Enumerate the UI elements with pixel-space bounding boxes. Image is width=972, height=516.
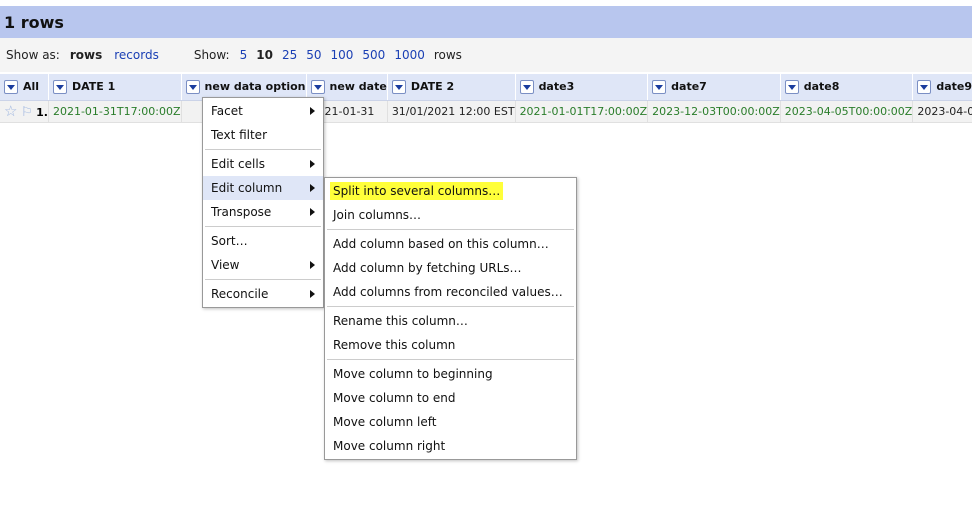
menu-item-sort[interactable]: Sort…: [203, 229, 323, 253]
menu-separator: [327, 229, 574, 230]
submenu-arrow-icon: [310, 290, 315, 298]
menu-item-add-columns-reconciled[interactable]: Add columns from reconciled values…: [325, 280, 576, 304]
header-row: All DATE 1 new data option new date DATE…: [0, 74, 972, 101]
star-icon[interactable]: ☆: [4, 102, 17, 120]
page-size-50[interactable]: 50: [306, 48, 321, 62]
menu-item-move-end[interactable]: Move column to end: [325, 386, 576, 410]
page-size-5[interactable]: 5: [240, 48, 248, 62]
cell[interactable]: 2023-04-05: [912, 100, 972, 123]
column-header-date2[interactable]: DATE 2: [387, 74, 516, 101]
submenu-arrow-icon: [310, 107, 315, 115]
menu-item-move-beginning[interactable]: Move column to beginning: [325, 362, 576, 386]
submenu-arrow-icon: [310, 184, 315, 192]
submenu-arrow-icon: [310, 208, 315, 216]
menu-item-move-right[interactable]: Move column right: [325, 434, 576, 458]
submenu-arrow-icon: [310, 261, 315, 269]
menu-separator: [327, 306, 574, 307]
menu-item-edit-column[interactable]: Edit column: [203, 176, 323, 200]
project-header: 1 rows: [0, 6, 972, 38]
edit-column-submenu: Split into several columns… Join columns…: [324, 177, 577, 460]
rows-suffix: rows: [433, 48, 462, 62]
column-header-date9[interactable]: date9: [912, 74, 972, 101]
menu-item-reconcile[interactable]: Reconcile: [203, 282, 323, 306]
menu-separator: [205, 149, 321, 150]
menu-item-move-left[interactable]: Move column left: [325, 410, 576, 434]
column-header-date7[interactable]: date7: [647, 74, 781, 101]
cell[interactable]: 2021-01-01T17:00:00Z: [515, 100, 649, 123]
menu-separator: [205, 279, 321, 280]
page-size-500[interactable]: 500: [362, 48, 385, 62]
page-size-1000[interactable]: 1000: [394, 48, 425, 62]
menu-item-remove-column[interactable]: Remove this column: [325, 333, 576, 357]
menu-item-transpose[interactable]: Transpose: [203, 200, 323, 224]
menu-separator: [205, 226, 321, 227]
dropdown-arrow-icon[interactable]: [391, 79, 406, 94]
menu-item-add-column-based[interactable]: Add column based on this column…: [325, 232, 576, 256]
dropdown-arrow-icon[interactable]: [519, 79, 534, 94]
table-row: ☆ ⚐ 1. 2021-01-31T17:00:00Z 2021-01-31 3…: [0, 100, 972, 123]
column-header-date8[interactable]: date8: [780, 74, 914, 101]
column-menu: Facet Text filter Edit cells Edit column…: [202, 97, 324, 308]
menu-item-split-columns[interactable]: Split into several columns…: [325, 179, 576, 203]
menu-item-text-filter[interactable]: Text filter: [203, 123, 323, 147]
dropdown-arrow-icon[interactable]: [917, 79, 932, 94]
page-size-25[interactable]: 25: [282, 48, 297, 62]
show-as-label: Show as:: [6, 48, 60, 62]
menu-item-facet[interactable]: Facet: [203, 99, 323, 123]
view-bar: Show as: rows records Show: 5 10 25 50 1…: [0, 38, 972, 72]
dropdown-arrow-icon[interactable]: [652, 79, 667, 94]
menu-item-add-column-fetch-urls[interactable]: Add column by fetching URLs…: [325, 256, 576, 280]
row-controls: ☆ ⚐ 1.: [0, 100, 49, 123]
page-size-100[interactable]: 100: [331, 48, 354, 62]
dropdown-arrow-icon[interactable]: [310, 79, 325, 94]
menu-item-edit-cells[interactable]: Edit cells: [203, 152, 323, 176]
column-header-date1[interactable]: DATE 1: [48, 74, 182, 101]
dropdown-arrow-icon[interactable]: [52, 79, 67, 94]
column-header-date3[interactable]: date3: [515, 74, 649, 101]
menu-item-join-columns[interactable]: Join columns…: [325, 203, 576, 227]
submenu-arrow-icon: [310, 160, 315, 168]
menu-separator: [327, 359, 574, 360]
menu-item-view[interactable]: View: [203, 253, 323, 277]
column-header-all[interactable]: All: [0, 74, 49, 101]
data-table: All DATE 1 new data option new date DATE…: [0, 74, 972, 123]
dropdown-arrow-icon[interactable]: [185, 79, 200, 94]
show-label: Show:: [193, 48, 230, 62]
row-index: 1.: [36, 106, 48, 119]
dropdown-arrow-icon[interactable]: [784, 79, 799, 94]
cell[interactable]: 31/01/2021 12:00 EST: [387, 100, 516, 123]
row-count-title: 1 rows: [4, 12, 64, 32]
dropdown-arrow-icon[interactable]: [4, 79, 18, 94]
page-size-10[interactable]: 10: [256, 48, 273, 62]
cell[interactable]: 2023-04-05T00:00:00Z: [780, 100, 914, 123]
records-mode-link[interactable]: records: [114, 48, 159, 62]
rows-mode[interactable]: rows: [70, 48, 102, 62]
cell[interactable]: 2023-12-03T00:00:00Z: [647, 100, 781, 123]
cell[interactable]: 2021-01-31T17:00:00Z: [48, 100, 182, 123]
flag-icon[interactable]: ⚐: [21, 105, 33, 120]
menu-item-rename-column[interactable]: Rename this column…: [325, 309, 576, 333]
